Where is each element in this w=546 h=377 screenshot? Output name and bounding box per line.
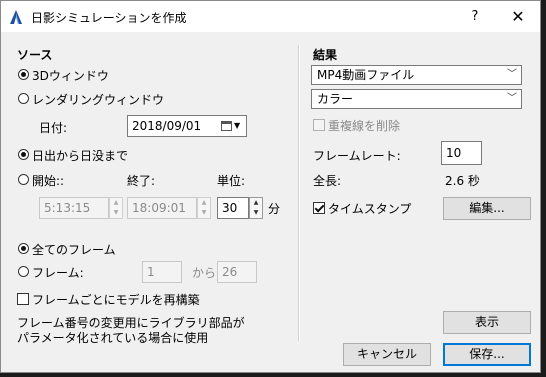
- total-length-label: 全長:: [313, 174, 342, 188]
- radio-3d-window[interactable]: [18, 69, 29, 80]
- start-label[interactable]: 開始::: [32, 172, 64, 189]
- radio-start[interactable]: [18, 174, 29, 185]
- cancel-button[interactable]: キャンセル: [343, 343, 431, 366]
- unit-field[interactable]: 30: [217, 197, 249, 219]
- start-time-spinner[interactable]: ▲ ▼: [109, 197, 123, 219]
- radio-rendering-window[interactable]: [18, 93, 29, 104]
- radio-all-frames-label[interactable]: 全てのフレーム: [32, 241, 116, 258]
- remove-duplicate-lines-checkbox[interactable]: [313, 119, 325, 131]
- radio-sunrise-sunset[interactable]: [18, 149, 29, 160]
- spin-down-icon: ▼: [113, 209, 119, 216]
- unit-value: 30: [222, 201, 238, 215]
- archicad-app-icon: [10, 10, 22, 24]
- help-button[interactable]: ?: [463, 5, 487, 29]
- source-heading: ソース: [17, 48, 53, 62]
- frame-rate-label: フレームレート:: [313, 149, 401, 163]
- rebuild-model-checkbox[interactable]: [17, 293, 29, 305]
- from-label: から: [192, 266, 217, 280]
- spin-down-icon: ▼: [201, 209, 207, 216]
- radio-rendering-window-label[interactable]: レンダリングウィンドウ: [32, 91, 164, 108]
- section-divider: [298, 45, 300, 341]
- frame-to-value: 26: [222, 265, 238, 279]
- end-label: 終了:: [127, 174, 156, 188]
- frame-to-field[interactable]: 26: [217, 261, 257, 283]
- frame-rate-value: 10: [446, 146, 462, 160]
- show-button[interactable]: 表示: [443, 311, 531, 334]
- start-time-field[interactable]: 5:13:15: [39, 197, 109, 219]
- title-bar: 日影シミュレーションを作成 ? ✕: [1, 1, 540, 32]
- close-button[interactable]: ✕: [501, 5, 535, 29]
- color-value: カラー: [317, 92, 354, 106]
- unit-spinner[interactable]: ▲ ▼: [249, 197, 263, 219]
- unit-suffix: 分: [268, 202, 281, 216]
- spin-up-icon: ▲: [253, 199, 259, 206]
- radio-3d-window-label[interactable]: 3Dウィンドウ: [32, 67, 109, 84]
- start-time-value: 5:13:15: [44, 201, 91, 215]
- end-time-spinner[interactable]: ▲ ▼: [197, 197, 211, 219]
- radio-frames[interactable]: [18, 266, 29, 277]
- window-title: 日影シミュレーションを作成: [31, 11, 187, 25]
- chevron-down-icon: ﹀: [507, 93, 517, 104]
- timestamp-label[interactable]: タイムスタンプ: [328, 200, 411, 217]
- rebuild-model-label[interactable]: フレームごとにモデルを再構築: [32, 291, 200, 308]
- end-time-value: 18:09:01: [132, 201, 186, 215]
- result-heading: 結果: [313, 48, 338, 62]
- color-select[interactable]: カラー ﹀: [311, 89, 522, 109]
- date-label: 日付:: [39, 121, 68, 135]
- remove-duplicate-lines-label[interactable]: 重複線を削除: [328, 117, 400, 134]
- date-value: 2018/09/01: [132, 119, 202, 133]
- parameter-note: フレーム番号の変更用にライブラリ部品が パラメータ化されている場合に使用: [17, 316, 245, 345]
- radio-all-frames[interactable]: [18, 243, 29, 254]
- frame-from-field[interactable]: 1: [142, 261, 182, 283]
- frame-from-value: 1: [147, 265, 155, 279]
- shadow-simulation-dialog: 日影シミュレーションを作成 ? ✕ ソース 3Dウィンドウ レンダリングウィンド…: [0, 0, 541, 373]
- spin-down-icon: ▼: [253, 209, 259, 216]
- chevron-down-icon: ﹀: [507, 69, 517, 80]
- total-length-value: 2.6 秒: [445, 174, 480, 188]
- radio-frames-label[interactable]: フレーム:: [32, 264, 84, 281]
- edit-button[interactable]: 編集...: [443, 197, 531, 220]
- format-value: MP4動画ファイル: [317, 68, 415, 82]
- spin-up-icon: ▲: [201, 199, 207, 206]
- frame-rate-field[interactable]: 10: [441, 141, 482, 165]
- save-button[interactable]: 保存...: [443, 343, 531, 366]
- calendar-icon: [221, 121, 232, 131]
- date-picker[interactable]: 2018/09/01 ▼: [127, 115, 247, 137]
- radio-sunrise-sunset-label[interactable]: 日出から日没まで: [32, 147, 128, 164]
- unit-label: 単位:: [217, 174, 246, 188]
- timestamp-checkbox[interactable]: [313, 202, 325, 214]
- spin-up-icon: ▲: [113, 199, 119, 206]
- chevron-down-icon: ▼: [234, 121, 241, 130]
- format-select[interactable]: MP4動画ファイル ﹀: [311, 65, 522, 85]
- end-time-field[interactable]: 18:09:01: [127, 197, 197, 219]
